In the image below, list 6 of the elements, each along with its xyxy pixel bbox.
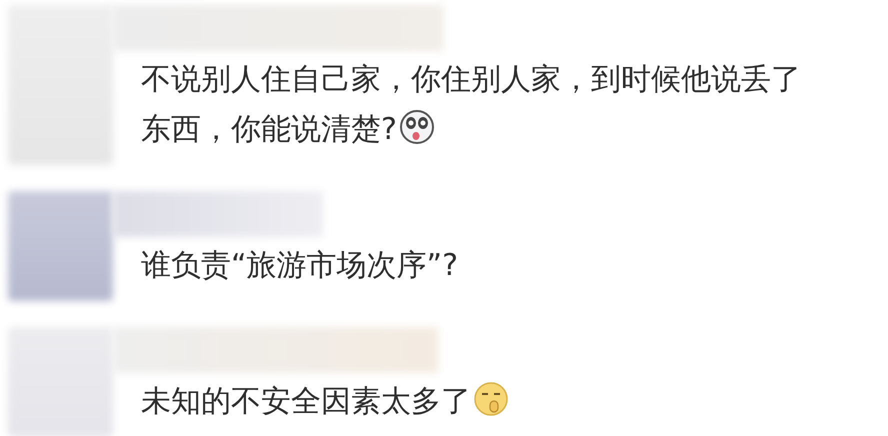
animal-face-icon [398, 109, 435, 145]
comment-text: 东西，你能说清楚? [141, 112, 397, 147]
comment-text: 谁负责“旅游市场次序”? [141, 248, 458, 283]
shushing-face-icon [473, 381, 509, 417]
comment-text: 不说别人住自己家，你住别人家，到时候他说丢了 [141, 62, 801, 97]
comment-text: 未知的不安全因素太多了 [141, 384, 471, 419]
